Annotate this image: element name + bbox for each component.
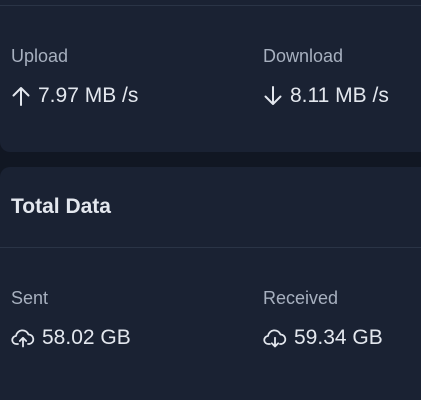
upload-value: 7.97 MB /s xyxy=(38,84,139,107)
sent-value-row: 58.02 GB xyxy=(11,325,131,351)
sent-value: 58.02 GB xyxy=(42,326,131,349)
download-value-row: 8.11 MB /s xyxy=(263,83,389,109)
received-stat: Received 59.34 GB xyxy=(263,287,383,351)
section-divider xyxy=(0,247,421,248)
total-data-title: Total Data xyxy=(11,195,111,218)
received-value-row: 59.34 GB xyxy=(263,325,383,351)
upload-value-row: 7.97 MB /s xyxy=(11,83,138,109)
upload-stat: Upload 7.97 MB /s xyxy=(11,45,138,109)
card-divider xyxy=(0,5,421,6)
received-label: Received xyxy=(263,288,339,308)
download-stat: Download 8.11 MB /s xyxy=(263,45,389,109)
cloud-download-icon xyxy=(263,328,287,348)
sent-label: Sent xyxy=(11,288,49,308)
total-data-card: Total Data Sent 58.02 GB Received 59.34 … xyxy=(0,167,421,400)
received-value: 59.34 GB xyxy=(294,326,383,349)
cloud-upload-icon xyxy=(11,328,35,348)
arrow-up-icon xyxy=(11,85,31,107)
upload-label: Upload xyxy=(11,46,69,66)
speed-card: Upload 7.97 MB /s Download 8.11 MB /s xyxy=(0,0,421,152)
download-label: Download xyxy=(263,46,344,66)
download-value: 8.11 MB /s xyxy=(290,84,389,107)
sent-stat: Sent 58.02 GB xyxy=(11,287,131,351)
arrow-down-icon xyxy=(263,85,283,107)
